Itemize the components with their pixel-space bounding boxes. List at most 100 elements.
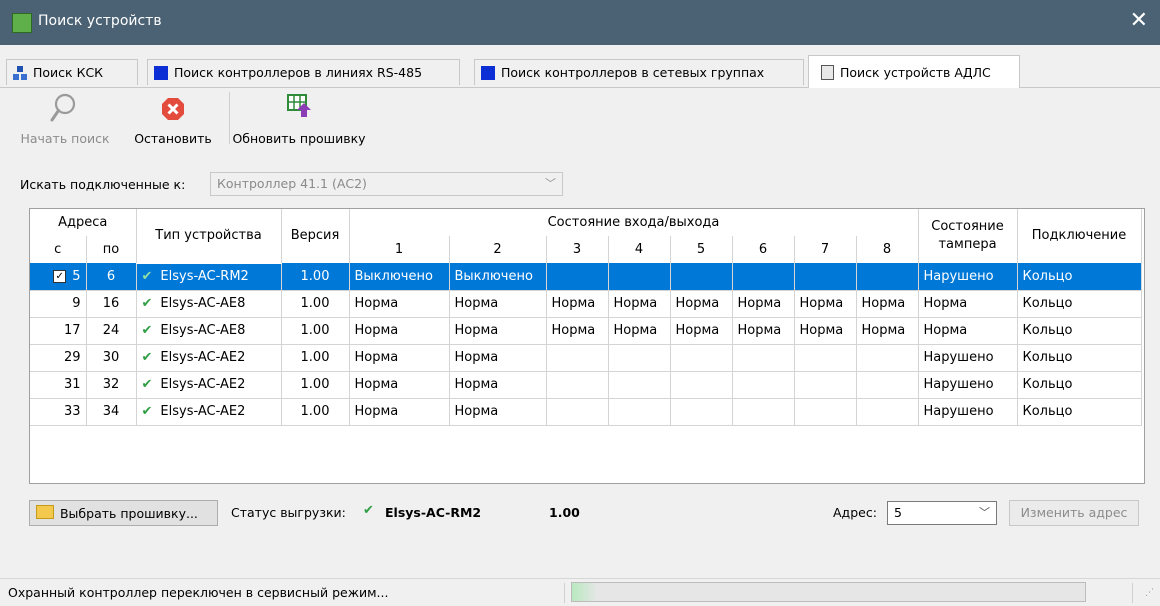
resize-grip-icon[interactable]: ⋰ bbox=[1145, 588, 1154, 598]
cell-io-3 bbox=[546, 398, 609, 426]
tab-label: Поиск контроллеров в сетевых группах bbox=[501, 65, 765, 80]
cell-from-value: 33 bbox=[63, 404, 81, 419]
tamper-header-line1: Состояние bbox=[931, 219, 1004, 234]
cell-version: 1.00 bbox=[281, 263, 350, 291]
folder-icon bbox=[36, 505, 54, 519]
cell-from: 31 bbox=[30, 371, 87, 399]
device-table[interactable]: Адреса Тип устройства Версия Состояние в… bbox=[29, 208, 1145, 484]
cell-io-7 bbox=[794, 344, 857, 372]
cell-io-2: Норма bbox=[449, 398, 547, 426]
table-row[interactable]: 17 24 ✔ Elsys-AC-AE8 1.00 Норма Норма Норма Норм… bbox=[30, 317, 1142, 345]
cell-connection: Кольцо bbox=[1017, 398, 1142, 426]
tab-adls-search[interactable]: Поиск устройств АДЛС bbox=[808, 55, 1020, 88]
search-target-label: Искать подключенные к: bbox=[20, 177, 186, 192]
stop-button[interactable]: Остановить bbox=[125, 88, 221, 150]
cell-io-1: Выключено bbox=[349, 263, 450, 291]
cell-io-2: Норма bbox=[449, 371, 547, 399]
io-5-header[interactable]: 5 bbox=[670, 236, 733, 263]
table-row[interactable]: ✓ 5 6 ✔ Elsys-AC-RM2 1.00 Выключено Выключено На… bbox=[30, 263, 1142, 291]
device-type: Elsys-AC-AE2 bbox=[160, 404, 246, 419]
cell-from: ✓ 5 bbox=[30, 263, 87, 291]
device-type: Elsys-AC-AE2 bbox=[160, 350, 246, 365]
terminal-icon bbox=[821, 64, 834, 80]
cell-io-3 bbox=[546, 344, 609, 372]
stop-icon bbox=[162, 98, 184, 120]
cell-io-7 bbox=[794, 398, 857, 426]
cell-version: 1.00 bbox=[281, 371, 350, 399]
cell-io-7 bbox=[794, 371, 857, 399]
cell-to: 34 bbox=[86, 398, 137, 426]
update-firmware-button[interactable]: Обновить прошивку bbox=[231, 88, 367, 150]
cell-io-6: Норма bbox=[732, 317, 795, 345]
cell-io-7 bbox=[794, 263, 857, 291]
select-firmware-label: Выбрать прошивку... bbox=[59, 506, 198, 521]
cell-type: ✔ Elsys-AC-AE8 bbox=[136, 290, 282, 318]
cell-io-2: Норма bbox=[449, 344, 547, 372]
table-row[interactable]: 31 32 ✔ Elsys-AC-AE2 1.00 Норма Норма Нарушено К… bbox=[30, 371, 1142, 399]
cell-io-8 bbox=[856, 263, 919, 291]
cell-from: 33 bbox=[30, 398, 87, 426]
from-header[interactable]: с bbox=[30, 236, 87, 263]
cell-connection: Кольцо bbox=[1017, 263, 1142, 291]
search-icon bbox=[50, 93, 76, 122]
cell-io-2: Выключено bbox=[449, 263, 547, 291]
cell-tamper: Нарушено bbox=[918, 263, 1018, 291]
cell-from-value: 17 bbox=[63, 323, 81, 338]
cell-io-4 bbox=[608, 371, 671, 399]
tab-label: Поиск контроллеров в линиях RS-485 bbox=[174, 65, 423, 80]
cell-io-8 bbox=[856, 371, 919, 399]
table-row[interactable]: 33 34 ✔ Elsys-AC-AE2 1.00 Норма Норма Нарушено К… bbox=[30, 398, 1142, 426]
start-search-label: Начать поиск bbox=[20, 131, 110, 146]
device-type: Elsys-AC-AE2 bbox=[160, 377, 246, 392]
version-header[interactable]: Версия bbox=[281, 209, 350, 263]
cell-io-2: Норма bbox=[449, 290, 547, 318]
close-icon[interactable]: ✕ bbox=[1130, 8, 1148, 34]
window-title: Поиск устройств bbox=[38, 13, 162, 29]
row-checkbox[interactable]: ✓ bbox=[53, 269, 67, 283]
status-separator bbox=[564, 583, 565, 603]
cell-io-3: Норма bbox=[546, 317, 609, 345]
tamper-header[interactable]: Состояние тампера bbox=[918, 209, 1018, 263]
io-8-header[interactable]: 8 bbox=[856, 236, 919, 263]
start-search-button[interactable]: Начать поиск bbox=[13, 88, 117, 150]
controller-icon bbox=[481, 65, 495, 80]
firmware-upload-icon bbox=[287, 94, 311, 117]
io-1-header[interactable]: 1 bbox=[349, 236, 450, 263]
select-firmware-button[interactable]: Выбрать прошивку... bbox=[29, 500, 218, 526]
cell-io-4 bbox=[608, 398, 671, 426]
io-4-header[interactable]: 4 bbox=[608, 236, 671, 263]
table-row[interactable]: 29 30 ✔ Elsys-AC-AE2 1.00 Норма Норма Нарушено К… bbox=[30, 344, 1142, 372]
cell-tamper: Норма bbox=[918, 317, 1018, 345]
io-7-header[interactable]: 7 bbox=[794, 236, 857, 263]
cell-type: ✔ Elsys-AC-RM2 bbox=[136, 263, 282, 291]
connection-header[interactable]: Подключение bbox=[1017, 209, 1142, 263]
cell-from-value: 5 bbox=[72, 268, 81, 284]
tab-rs485-search[interactable]: Поиск контроллеров в линиях RS-485 bbox=[147, 59, 460, 85]
cell-io-1: Норма bbox=[349, 371, 450, 399]
cell-io-5 bbox=[670, 344, 733, 372]
tab-label: Поиск устройств АДЛС bbox=[840, 64, 991, 80]
tab-ksk-search[interactable]: Поиск КСК bbox=[6, 59, 138, 85]
io-2-header[interactable]: 2 bbox=[449, 236, 547, 263]
to-header[interactable]: по bbox=[86, 236, 137, 263]
tab-network-groups-search[interactable]: Поиск контроллеров в сетевых группах bbox=[474, 59, 804, 85]
check-icon: ✔ bbox=[141, 377, 153, 392]
controller-icon bbox=[154, 65, 168, 80]
io-3-header[interactable]: 3 bbox=[546, 236, 609, 263]
check-icon: ✔ bbox=[141, 323, 153, 338]
check-icon: ✔ bbox=[141, 350, 153, 365]
check-icon: ✔ bbox=[363, 503, 374, 518]
tab-label: Поиск КСК bbox=[33, 65, 104, 80]
table-row[interactable]: 9 16 ✔ Elsys-AC-AE8 1.00 Норма Норма Норма Норма… bbox=[30, 290, 1142, 318]
cell-from-value: 29 bbox=[63, 350, 81, 365]
toolbar-separator bbox=[229, 92, 230, 144]
cell-io-8: Норма bbox=[856, 290, 919, 318]
cell-from: 9 bbox=[30, 290, 87, 318]
io-6-header[interactable]: 6 bbox=[732, 236, 795, 263]
status-message: Охранный контроллер переключен в сервисн… bbox=[8, 585, 389, 600]
type-header[interactable]: Тип устройства bbox=[136, 209, 282, 264]
cell-version: 1.00 bbox=[281, 317, 350, 345]
address-select[interactable]: 5 ﹀ bbox=[887, 501, 997, 525]
controller-select[interactable]: Контроллер 41.1 (АС2) ﹀ bbox=[210, 172, 563, 196]
change-address-button[interactable]: Изменить адрес bbox=[1009, 500, 1139, 526]
